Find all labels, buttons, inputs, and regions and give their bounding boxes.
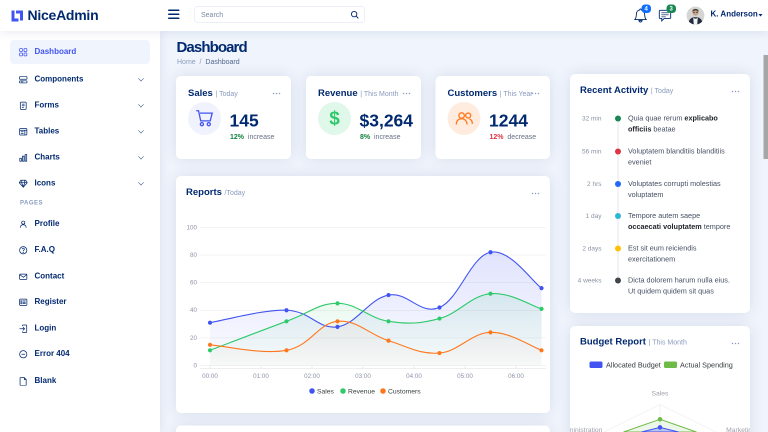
- svg-text:Sales: Sales: [652, 391, 670, 398]
- svg-text:05:00: 05:00: [457, 373, 473, 380]
- svg-text:04:00: 04:00: [406, 373, 422, 380]
- svg-text:06:00: 06:00: [508, 373, 524, 380]
- svg-text:0: 0: [194, 363, 198, 370]
- svg-text:40: 40: [190, 307, 197, 314]
- svg-text:Administration: Administration: [570, 427, 603, 432]
- svg-text:03:00: 03:00: [355, 373, 371, 380]
- svg-text:Actual Spending: Actual Spending: [680, 361, 733, 370]
- svg-text:60: 60: [190, 280, 197, 287]
- svg-text:Allocated Budget: Allocated Budget: [606, 361, 661, 370]
- svg-text:Customers: Customers: [388, 389, 421, 396]
- svg-text:80: 80: [190, 252, 197, 259]
- svg-text:Sales: Sales: [317, 389, 335, 396]
- svg-text:100: 100: [187, 225, 198, 232]
- svg-text:01:00: 01:00: [253, 373, 269, 380]
- svg-text:00:00: 00:00: [202, 373, 218, 380]
- svg-text:Revenue: Revenue: [348, 389, 375, 396]
- svg-text:20: 20: [190, 335, 197, 342]
- svg-text:02:00: 02:00: [304, 373, 320, 380]
- svg-text:Marketing: Marketing: [726, 427, 750, 432]
